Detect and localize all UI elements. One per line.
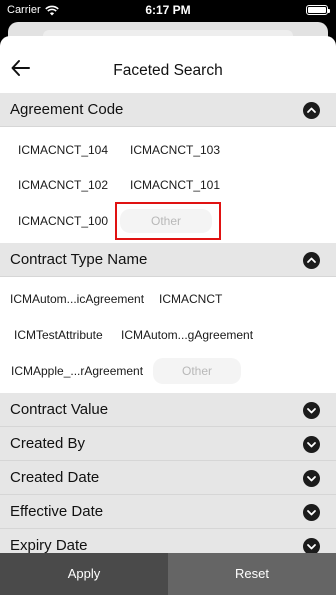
section-header-effective-date[interactable]: Effective Date xyxy=(0,495,336,529)
header: Faceted Search xyxy=(0,36,336,93)
battery-icon xyxy=(306,5,330,15)
section-label: Effective Date xyxy=(10,503,104,520)
option-chip[interactable]: ICMACNCT_102 xyxy=(18,173,108,197)
option-chip[interactable]: ICMACNCT_104 xyxy=(18,138,108,162)
faceted-search-sheet: Faceted Search Agreement Code ICMACNCT_1… xyxy=(0,36,336,595)
section-label: Contract Type Name xyxy=(10,251,148,268)
option-chip[interactable]: ICMAutom...icAgreement xyxy=(10,287,144,311)
chevron-down-icon[interactable] xyxy=(303,470,320,487)
section-header-agreement-code[interactable]: Agreement Code xyxy=(0,93,336,127)
option-chip[interactable]: ICMTestAttribute xyxy=(14,323,103,347)
highlight-box xyxy=(115,202,221,240)
option-chip[interactable]: ICMAutom...gAgreement xyxy=(121,323,253,347)
section-label: Created Date xyxy=(10,469,100,486)
footer-actions: Apply Reset xyxy=(0,553,336,595)
chevron-down-icon[interactable] xyxy=(303,436,320,453)
option-chip[interactable]: ICMACNCT_103 xyxy=(130,138,220,162)
option-chip[interactable]: ICMACNCT_101 xyxy=(130,173,220,197)
chevron-up-icon[interactable] xyxy=(303,252,320,269)
section-header-created-date[interactable]: Created Date xyxy=(0,461,336,495)
apply-button[interactable]: Apply xyxy=(0,553,168,595)
section-label: Expiry Date xyxy=(10,537,88,554)
reset-button[interactable]: Reset xyxy=(168,553,336,595)
chevron-down-icon[interactable] xyxy=(303,504,320,521)
section-header-created-by[interactable]: Created By xyxy=(0,427,336,461)
section-label: Agreement Code xyxy=(10,101,124,118)
page-title: Faceted Search xyxy=(113,62,223,79)
section-header-contract-type-name[interactable]: Contract Type Name xyxy=(0,243,336,277)
section-body-agreement-code: ICMACNCT_104 ICMACNCT_103 ICMACNCT_102 I… xyxy=(0,127,336,242)
option-chip[interactable]: ICMACNCT xyxy=(159,287,222,311)
chevron-up-icon[interactable] xyxy=(303,102,320,119)
other-chip[interactable]: Other xyxy=(153,358,241,384)
section-label: Created By xyxy=(10,435,86,452)
section-label: Contract Value xyxy=(10,401,109,418)
section-header-contract-value[interactable]: Contract Value xyxy=(0,393,336,427)
chevron-down-icon[interactable] xyxy=(303,402,320,419)
status-bar: Carrier 6:17 PM xyxy=(0,0,336,22)
status-time: 6:17 PM xyxy=(145,3,191,17)
option-chip[interactable]: ICMACNCT_100 xyxy=(18,209,108,233)
option-chip[interactable]: ICMApple_...rAgreement xyxy=(11,359,143,383)
section-body-contract-type-name: ICMAutom...icAgreement ICMACNCT ICMTestA… xyxy=(0,277,336,392)
